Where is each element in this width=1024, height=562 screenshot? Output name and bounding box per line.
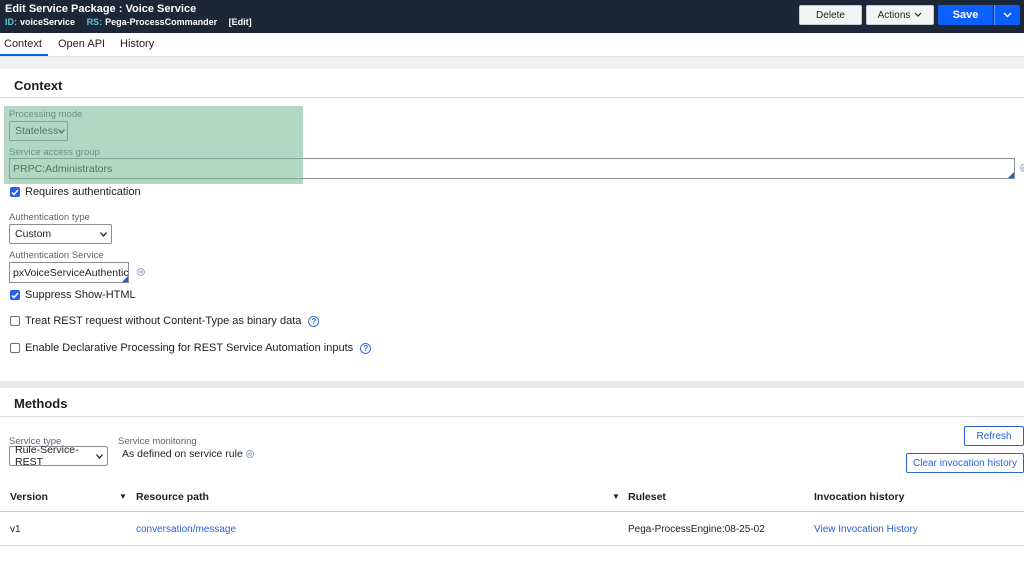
filter-icon[interactable]: ▼	[119, 492, 127, 501]
gear-icon[interactable]	[244, 448, 256, 460]
rule-meta: ID: voiceService RS: Pega-ProcessCommander…	[5, 17, 261, 27]
active-tab-indicator	[0, 54, 48, 56]
actions-button[interactable]: Actions	[866, 5, 934, 25]
auth-service-input[interactable]: pxVoiceServiceAuthentica	[9, 262, 129, 283]
table-row-divider	[0, 545, 1024, 546]
methods-section-title: Methods	[14, 396, 68, 411]
treat-rest-label: Treat REST request without Content-Type …	[25, 315, 302, 327]
id-label: ID:	[5, 17, 17, 27]
auth-service-label: Authentication Service	[9, 250, 104, 261]
delete-button[interactable]: Delete	[799, 5, 862, 25]
declarative-checkbox-row[interactable]: Enable Declarative Processing for REST S…	[10, 342, 372, 354]
service-access-group-value: PRPC:Administrators	[13, 162, 113, 175]
gear-icon[interactable]	[135, 266, 147, 278]
auth-service-value: pxVoiceServiceAuthentica	[13, 266, 129, 279]
refresh-button[interactable]: Refresh	[964, 426, 1024, 446]
chevron-down-icon	[58, 127, 66, 136]
auth-type-value: Custom	[15, 228, 52, 240]
processing-mode-label: Processing mode	[9, 109, 83, 120]
rs-value: Pega-ProcessCommander	[105, 17, 218, 27]
save-menu-button[interactable]	[994, 5, 1020, 25]
requires-auth-checkbox-row[interactable]: Requires authentication	[10, 186, 141, 198]
suppress-html-checkbox-row[interactable]: Suppress Show-HTML	[10, 289, 136, 301]
autocomplete-corner-icon	[122, 276, 128, 282]
column-header-ruleset[interactable]: Ruleset	[628, 491, 666, 503]
page-title: Edit Service Package : Voice Service	[5, 3, 197, 15]
chevron-down-icon	[100, 230, 107, 239]
table-header-divider	[0, 511, 1024, 512]
id-value: voiceService	[20, 17, 76, 27]
suppress-html-checkbox[interactable]	[10, 290, 20, 300]
column-header-resource-path[interactable]: Resource path	[136, 491, 209, 503]
filter-icon[interactable]: ▼	[612, 492, 620, 501]
section-spacer	[0, 57, 1024, 69]
service-monitoring-label: Service monitoring	[118, 436, 197, 447]
context-section-title: Context	[14, 78, 63, 93]
tab-context[interactable]: Context	[4, 38, 42, 50]
tab-open-api[interactable]: Open API	[58, 38, 105, 50]
help-icon[interactable]: ?	[308, 315, 320, 327]
column-header-invocation-history[interactable]: Invocation history	[814, 491, 904, 503]
chevron-down-icon	[914, 10, 922, 20]
requires-auth-checkbox[interactable]	[10, 187, 20, 197]
tab-history[interactable]: History	[120, 38, 154, 50]
gear-icon[interactable]	[1018, 162, 1024, 174]
autocomplete-corner-icon	[1008, 172, 1014, 178]
cell-version: v1	[10, 524, 21, 535]
processing-mode-value: Stateless	[15, 125, 59, 137]
declarative-label: Enable Declarative Processing for REST S…	[25, 342, 354, 354]
resource-path-link[interactable]: conversation/message	[136, 524, 236, 535]
clear-invocation-history-button[interactable]: Clear invocation history	[906, 453, 1024, 473]
section-spacer	[0, 381, 1024, 388]
divider	[0, 416, 1024, 417]
service-access-group-input[interactable]: PRPC:Administrators	[9, 158, 1015, 179]
cell-ruleset: Pega-ProcessEngine:08-25-02	[628, 524, 765, 535]
processing-mode-select[interactable]: Stateless	[9, 121, 68, 141]
divider	[0, 97, 1024, 98]
actions-label: Actions	[877, 9, 911, 21]
service-access-group-label: Service access group	[9, 147, 100, 158]
auth-type-select[interactable]: Custom	[9, 224, 112, 244]
column-header-version[interactable]: Version	[10, 491, 48, 503]
chevron-down-icon	[96, 452, 103, 461]
edit-link[interactable]: [Edit]	[229, 17, 252, 27]
chevron-down-icon	[1003, 10, 1012, 21]
header-bar: Edit Service Package : Voice Service ID:…	[0, 0, 1024, 33]
rs-label: RS:	[86, 17, 103, 27]
treat-rest-checkbox-row[interactable]: Treat REST request without Content-Type …	[10, 315, 320, 327]
service-monitoring-value: As defined on service rule	[122, 448, 243, 460]
auth-type-label: Authentication type	[9, 212, 90, 223]
service-type-value: Rule-Service-REST	[15, 444, 79, 468]
declarative-checkbox[interactable]	[10, 343, 20, 353]
treat-rest-checkbox[interactable]	[10, 316, 20, 326]
help-icon[interactable]: ?	[360, 342, 372, 354]
suppress-html-label: Suppress Show-HTML	[25, 289, 136, 301]
save-button[interactable]: Save	[938, 5, 993, 25]
view-invocation-history-link[interactable]: View Invocation History	[814, 524, 918, 535]
tab-bar: Context Open API History	[0, 33, 1024, 57]
service-type-select[interactable]: Rule-Service-REST	[9, 444, 108, 468]
requires-auth-label: Requires authentication	[25, 186, 141, 198]
